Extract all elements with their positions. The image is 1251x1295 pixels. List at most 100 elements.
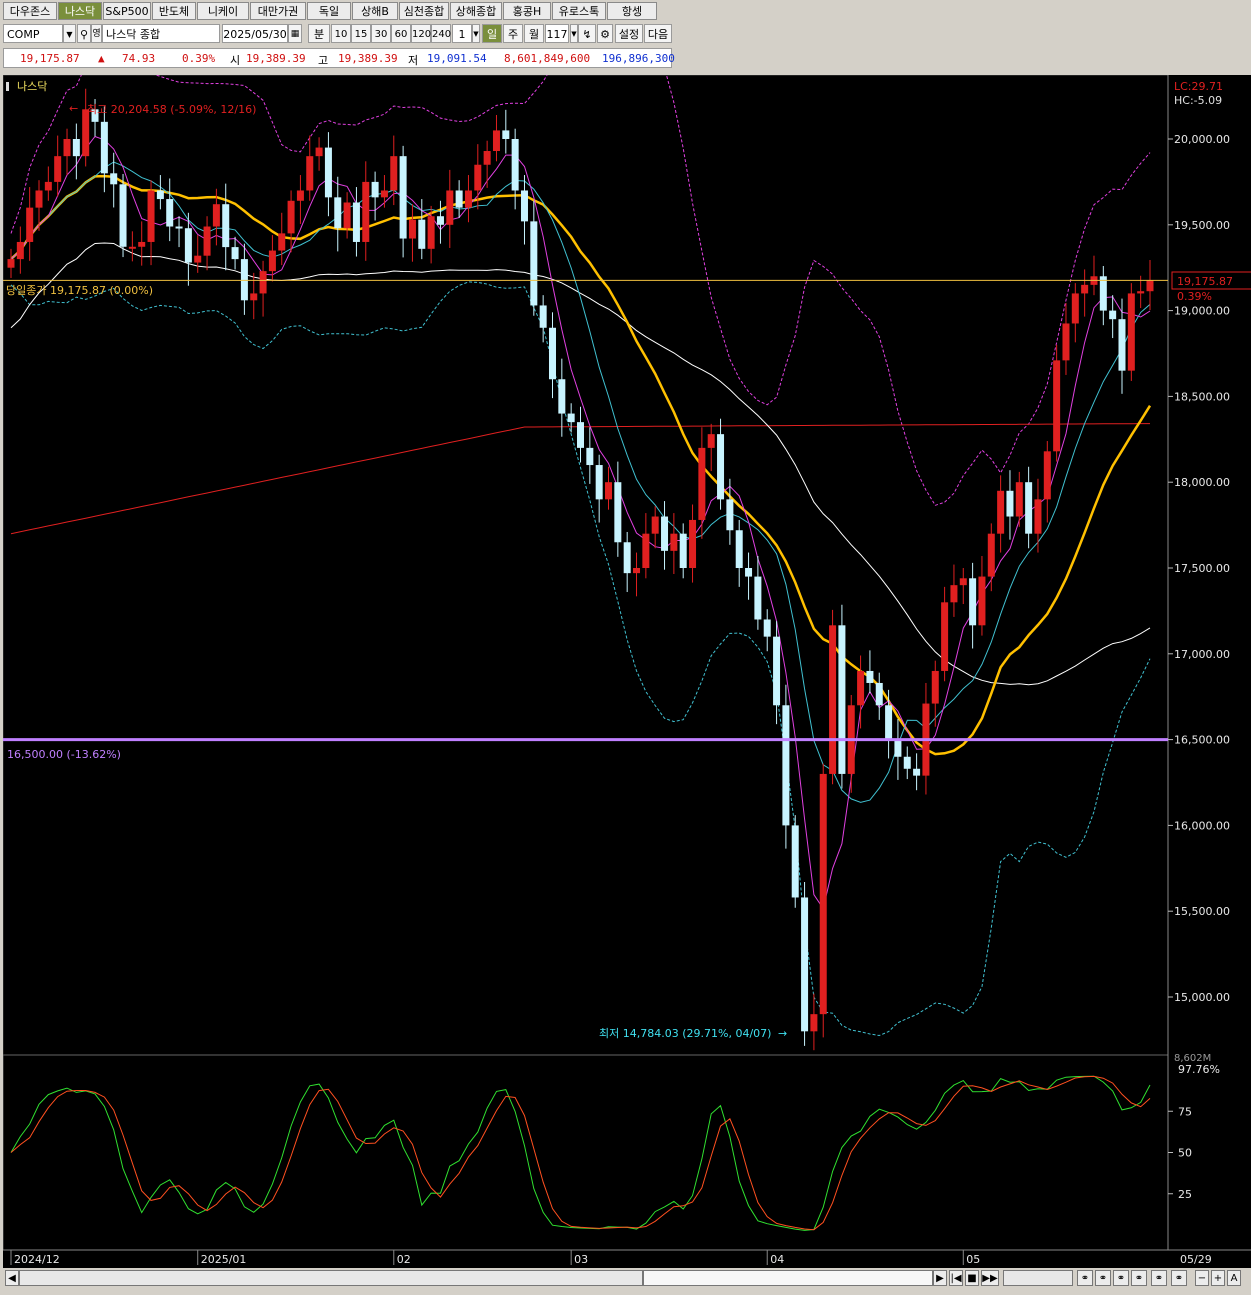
close-note: 당일종가 19,175.87 (0.00%)	[6, 283, 153, 297]
zoom-in-icon[interactable]: +	[1211, 1270, 1225, 1286]
y-tick-label: 19,500.00	[1174, 219, 1230, 232]
candle-body	[941, 602, 949, 671]
change-value: 74.93	[122, 52, 156, 65]
tab-9[interactable]: 상해종합	[450, 2, 502, 20]
hc-label: HC:-5.09	[1174, 94, 1222, 107]
candle-body	[1053, 360, 1061, 452]
period-button-5[interactable]: 240	[431, 24, 451, 43]
candle-body	[642, 533, 650, 568]
x-tick-label: 03	[574, 1253, 588, 1266]
candle-body	[455, 190, 463, 208]
minute-button[interactable]: 분	[308, 24, 330, 43]
tab-8[interactable]: 심천종합	[399, 2, 449, 20]
count-input[interactable]: 117	[545, 24, 569, 43]
tab-7[interactable]: 상해B	[352, 2, 398, 20]
x-tick-label: 05	[966, 1253, 980, 1266]
tab-4[interactable]: 니케이	[197, 2, 249, 20]
period-button-2[interactable]: 30	[371, 24, 391, 43]
stop-icon[interactable]: ■	[965, 1270, 979, 1286]
candle-body	[54, 156, 62, 182]
tab-3[interactable]: 반도체	[152, 2, 196, 20]
candle-body	[661, 516, 669, 551]
tab-1[interactable]: 나스닥	[58, 2, 102, 20]
period-spin-icon[interactable]: ▼	[472, 24, 480, 43]
next-button[interactable]: 다음	[644, 24, 672, 43]
candle-body	[791, 825, 799, 898]
tab-12[interactable]: 항셍	[607, 2, 657, 20]
candle-body	[194, 255, 202, 263]
high-arrow-icon: ←	[69, 102, 78, 115]
tab-10[interactable]: 홍콩H	[503, 2, 551, 20]
candle-body	[212, 204, 220, 227]
tool-icon-2[interactable]: ⚭	[1095, 1270, 1111, 1286]
candle-body	[782, 705, 790, 826]
tool-icon-3[interactable]: ⚭	[1113, 1270, 1129, 1286]
eng-toggle[interactable]: 영	[91, 24, 102, 43]
scroll-right-icon[interactable]: ▶	[933, 1270, 947, 1286]
candle-body	[352, 202, 360, 242]
candle-body	[969, 578, 977, 626]
tab-5[interactable]: 대만가권	[250, 2, 306, 20]
y-tick-label: 18,500.00	[1174, 390, 1230, 403]
week-button[interactable]: 주	[503, 24, 523, 43]
search-icon[interactable]: ⚲	[77, 24, 91, 43]
candle-body	[231, 247, 239, 260]
period-button-3[interactable]: 60	[391, 24, 411, 43]
candle-body	[605, 482, 613, 500]
candle-body	[838, 625, 846, 774]
date-field[interactable]: 2025/05/30	[222, 24, 288, 43]
candle-body	[63, 139, 71, 157]
period-input[interactable]: 1	[452, 24, 472, 43]
zoom-out-icon[interactable]: −	[1195, 1270, 1209, 1286]
scroll-left-icon[interactable]: ◀	[5, 1270, 19, 1286]
text-tool-icon[interactable]: A	[1227, 1270, 1241, 1286]
candle-body	[801, 897, 809, 1032]
candle-body	[436, 216, 444, 225]
period-button-0[interactable]: 10	[331, 24, 351, 43]
period-button-4[interactable]: 120	[411, 24, 431, 43]
y-tick-label: 19,000.00	[1174, 305, 1230, 318]
candle-body	[44, 181, 52, 191]
candle-body	[1137, 291, 1145, 294]
candle-body	[670, 533, 678, 551]
y-tick-label: 16,000.00	[1174, 819, 1230, 832]
candle-body	[735, 530, 743, 568]
x-tick-label: 04	[770, 1253, 784, 1266]
candle-body	[343, 202, 351, 229]
candle-body	[745, 568, 753, 577]
chart-style-icon[interactable]: ↯	[578, 24, 596, 43]
gear-icon[interactable]: ⚙	[597, 24, 613, 43]
tab-6[interactable]: 독일	[307, 2, 351, 20]
tool-icon-6[interactable]: ⚭	[1171, 1270, 1187, 1286]
scroll-track[interactable]	[19, 1270, 643, 1286]
last-date-label: 05/29	[1180, 1253, 1212, 1266]
candle-body	[866, 670, 874, 683]
tab-2[interactable]: S&P500	[103, 2, 151, 20]
tab-0[interactable]: 다우존스	[3, 2, 57, 20]
tab-11[interactable]: 유로스톡	[552, 2, 606, 20]
candlestick-chart[interactable]: 15,000.00 15,500.00 16,000.00 16,500.00 17,0…	[2, 3, 1251, 1268]
candle-body	[511, 139, 519, 191]
tool-icon-5[interactable]: ⚭	[1151, 1270, 1167, 1286]
tool-icon-4[interactable]: ⚭	[1131, 1270, 1147, 1286]
scroll-thumb[interactable]	[643, 1270, 933, 1286]
candle-body	[72, 139, 80, 157]
tool-icon-1[interactable]: ⚭	[1077, 1270, 1093, 1286]
zoom-slider[interactable]	[1003, 1270, 1073, 1286]
period-button-1[interactable]: 15	[351, 24, 371, 43]
candle-body	[595, 465, 603, 500]
candle-body	[315, 147, 323, 157]
play-icon[interactable]: |◀	[949, 1270, 963, 1286]
calendar-icon[interactable]: ▦	[288, 24, 302, 43]
candle-body	[913, 768, 921, 776]
candle-body	[26, 207, 34, 242]
fast-forward-icon[interactable]: ▶▶	[981, 1270, 999, 1286]
settings-button[interactable]: 설정	[615, 24, 643, 43]
symbol-dropdown-icon[interactable]: ▼	[63, 24, 76, 43]
day-button[interactable]: 일	[482, 24, 502, 43]
symbol-input[interactable]: COMP	[3, 24, 63, 43]
count-spin-icon[interactable]: ▼	[570, 24, 578, 43]
month-button[interactable]: 월	[524, 24, 544, 43]
y-tick-label: 16,500.00	[1174, 734, 1230, 747]
price-chart-area[interactable]: 15,000.00 15,500.00 16,000.00 16,500.00 17,0…	[2, 3, 1251, 1268]
